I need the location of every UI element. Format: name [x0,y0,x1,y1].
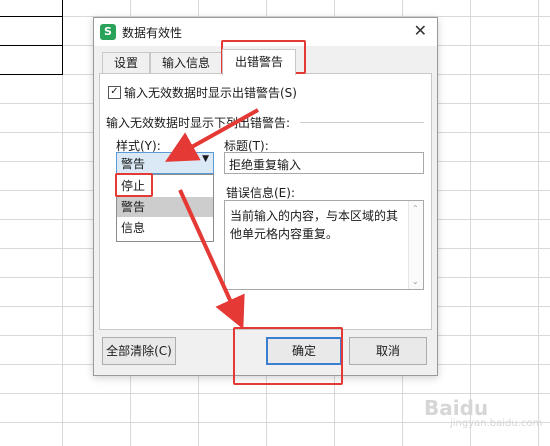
baidu-watermark-url: jingyan.baidu.com [450,418,543,429]
baidu-watermark: Baidu [424,396,489,420]
arrow-to-ok-button [178,189,245,330]
tab-error-alert[interactable]: 出错警告 [222,49,296,75]
arrow-to-style-select [165,108,259,162]
